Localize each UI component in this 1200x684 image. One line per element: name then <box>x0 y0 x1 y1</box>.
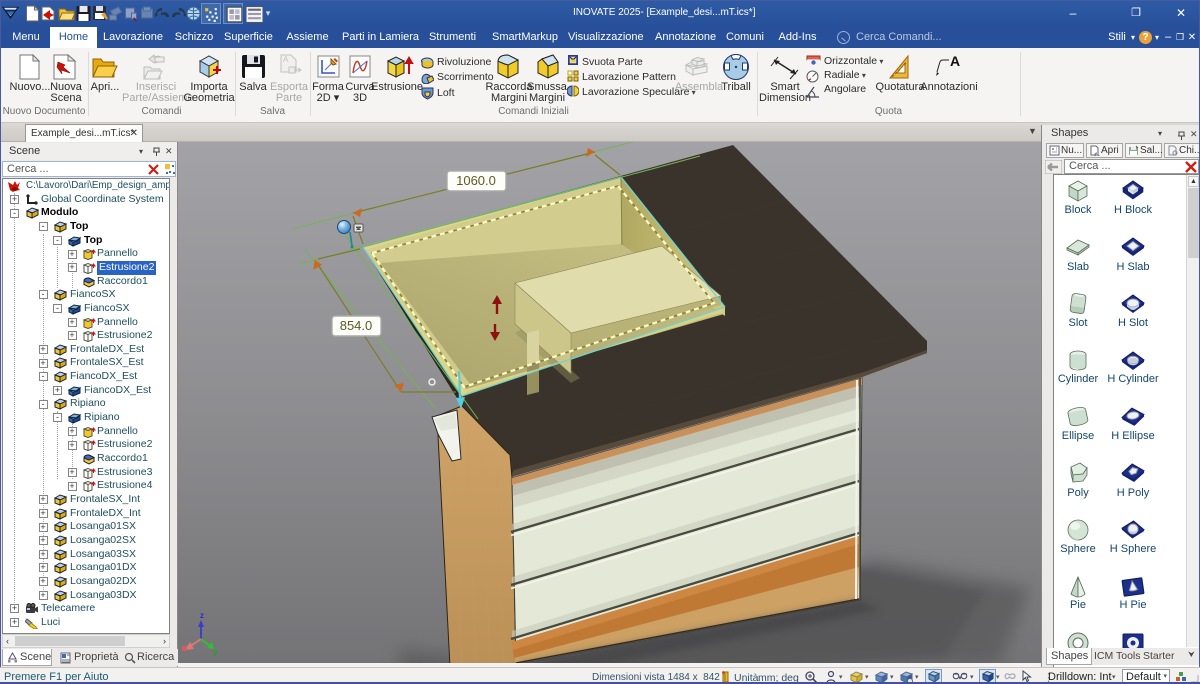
svg-text:1060.0: 1060.0 <box>456 173 496 188</box>
svg-text:A: A <box>950 54 960 69</box>
svg-text:A: A <box>283 55 289 64</box>
svg-text:z: z <box>200 611 204 620</box>
svg-text:y: y <box>213 648 218 657</box>
svg-text:854.0: 854.0 <box>340 318 373 333</box>
